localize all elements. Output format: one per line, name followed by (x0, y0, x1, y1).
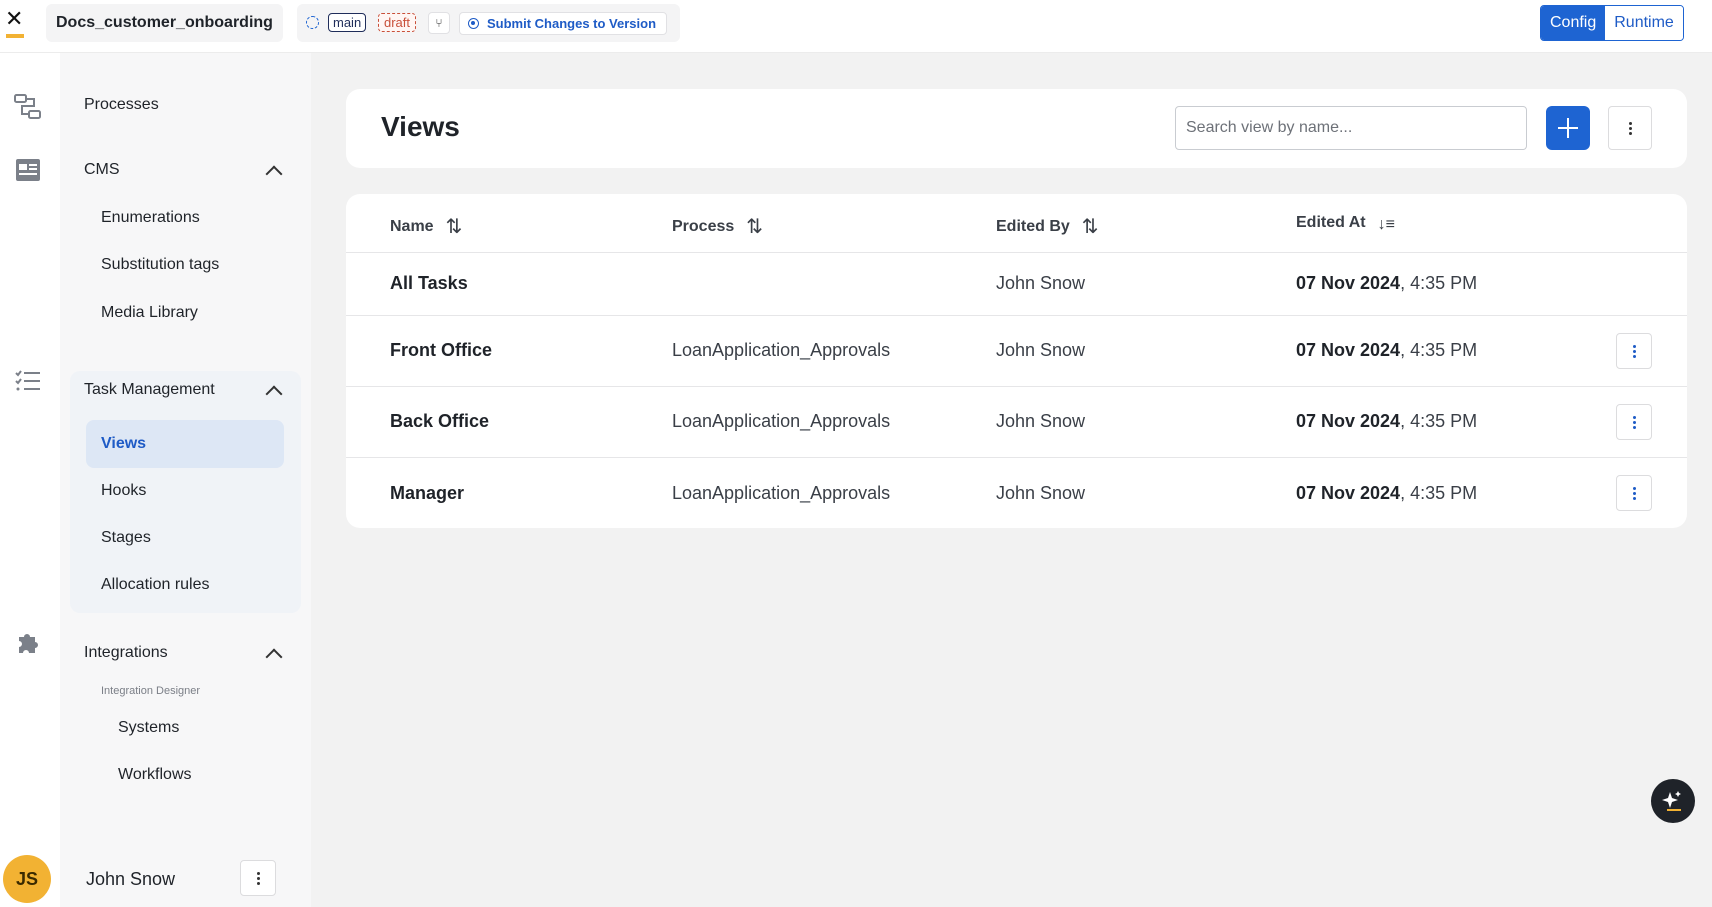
branch-toolbar: main draft ⑂ Submit Changes to Version (297, 4, 680, 42)
row-date: 07 Nov 2024 (1296, 340, 1401, 360)
sort-icon[interactable]: ⇅ (446, 214, 463, 239)
row-time: , 4:35 PM (1400, 483, 1478, 503)
integrations-chevron-up-icon[interactable] (265, 648, 283, 666)
row-date: 07 Nov 2024 (1296, 483, 1401, 503)
column-edited-at[interactable]: Edited At ↓≡ (1296, 214, 1395, 234)
menu-systems[interactable]: Systems (118, 718, 179, 738)
row-edited-by: John Snow (996, 340, 1086, 360)
row-edited-by: John Snow (996, 483, 1086, 503)
column-edited-at-label: Edited At (1296, 214, 1366, 231)
user-menu-button[interactable] (240, 860, 276, 896)
table-header: Name ⇅ Process ⇅ Edited By ⇅ Edited At ↓≡ (346, 194, 1687, 253)
submit-changes-button[interactable]: Submit Changes to Version (459, 12, 668, 35)
header-more-button[interactable] (1608, 106, 1652, 150)
draft-status-badge: draft (378, 13, 417, 32)
row-more-button[interactable] (1616, 475, 1652, 511)
row-edited-by: John Snow (996, 411, 1086, 431)
menu-processes[interactable]: Processes (84, 95, 159, 115)
ai-assistant-button[interactable] (1651, 779, 1695, 823)
row-name: Front Office (390, 340, 492, 360)
user-name: John Snow (86, 869, 176, 889)
integration-designer-label: Integration Designer (101, 685, 201, 697)
sort-desc-icon[interactable]: ↓≡ (1378, 216, 1395, 234)
kebab-icon (1632, 491, 1636, 495)
row-date: 07 Nov 2024 (1296, 273, 1401, 293)
config-mode-button[interactable]: Config (1541, 6, 1606, 40)
row-time: , 4:35 PM (1400, 340, 1478, 360)
table-row[interactable]: Front Office LoanApplication_Approvals J… (346, 316, 1687, 387)
table-row[interactable]: All Tasks John Snow 07 Nov 2024, 4:35 PM (346, 253, 1687, 316)
row-name: Manager (390, 483, 465, 503)
row-edited-at: 07 Nov 2024, 4:35 PM (1296, 411, 1477, 432)
row-time: , 4:35 PM (1400, 273, 1478, 293)
menu-enumerations[interactable]: Enumerations (101, 208, 200, 228)
menu-stages[interactable]: Stages (101, 528, 151, 548)
column-edited-by-label: Edited By (996, 218, 1070, 235)
row-process: LoanApplication_Approvals (672, 483, 891, 503)
menu-substitution-tags[interactable]: Substitution tags (101, 255, 219, 275)
kebab-icon (1632, 420, 1636, 424)
table-row[interactable]: Manager LoanApplication_Approvals John S… (346, 458, 1687, 528)
submit-icon (468, 18, 479, 29)
menu-views[interactable]: Views (101, 434, 146, 454)
sort-icon[interactable]: ⇅ (746, 214, 763, 239)
mode-toggle: Config Runtime (1540, 5, 1684, 41)
top-bar: ✕ Docs_customer_onboarding main draft ⑂ … (0, 0, 1712, 53)
icon-rail (0, 53, 60, 907)
column-name[interactable]: Name ⇅ (390, 214, 462, 239)
side-menu: Processes CMS Enumerations Substitution … (60, 53, 311, 907)
menu-allocation-rules[interactable]: Allocation rules (101, 575, 210, 595)
kebab-icon (256, 876, 260, 880)
sparkle-icon (1662, 791, 1681, 811)
column-name-label: Name (390, 218, 434, 235)
column-process-label: Process (672, 218, 735, 235)
column-process[interactable]: Process ⇅ (672, 214, 763, 239)
menu-integrations[interactable]: Integrations (84, 643, 168, 663)
column-edited-by[interactable]: Edited By ⇅ (996, 214, 1099, 239)
table-row[interactable]: Back Office LoanApplication_Approvals Jo… (346, 387, 1687, 458)
sync-status-icon (306, 16, 319, 29)
row-name: All Tasks (390, 273, 468, 293)
row-edited-at: 07 Nov 2024, 4:35 PM (1296, 483, 1477, 504)
submit-changes-label: Submit Changes to Version (487, 16, 657, 31)
task-list-icon[interactable] (14, 367, 42, 395)
kebab-icon (1632, 349, 1636, 353)
row-process: LoanApplication_Approvals (672, 340, 891, 360)
branch-tag[interactable]: main (328, 13, 367, 32)
kebab-icon (1628, 126, 1632, 130)
menu-cms[interactable]: CMS (84, 160, 120, 180)
menu-media-library[interactable]: Media Library (101, 303, 198, 323)
menu-task-management[interactable]: Task Management (84, 380, 215, 400)
row-edited-at: 07 Nov 2024, 4:35 PM (1296, 273, 1477, 294)
views-table: Name ⇅ Process ⇅ Edited By ⇅ Edited At ↓≡ Al… (346, 194, 1687, 528)
cms-icon[interactable] (14, 156, 42, 184)
search-input[interactable] (1175, 106, 1527, 150)
menu-workflows[interactable]: Workflows (118, 765, 192, 785)
add-view-button[interactable] (1546, 106, 1590, 150)
puzzle-icon[interactable] (14, 628, 42, 656)
logo-accent (6, 34, 24, 38)
row-edited-at: 07 Nov 2024, 4:35 PM (1296, 340, 1477, 361)
branch-icon[interactable]: ⑂ (428, 12, 450, 34)
row-date: 07 Nov 2024 (1296, 411, 1401, 431)
menu-hooks[interactable]: Hooks (101, 481, 146, 501)
page-title: Views (381, 111, 460, 142)
process-flow-icon[interactable] (14, 93, 42, 121)
runtime-mode-button[interactable]: Runtime (1605, 6, 1683, 40)
row-more-button[interactable] (1616, 333, 1652, 369)
row-more-button[interactable] (1616, 404, 1652, 440)
row-name: Back Office (390, 411, 490, 431)
views-header: Views (346, 89, 1687, 168)
flowx-logo[interactable]: ✕ (5, 7, 27, 38)
sort-icon[interactable]: ⇅ (1082, 214, 1099, 239)
project-name[interactable]: Docs_customer_onboarding (46, 4, 283, 42)
cms-chevron-up-icon[interactable] (265, 165, 283, 183)
row-process: LoanApplication_Approvals (672, 411, 891, 431)
user-avatar[interactable]: JS (3, 855, 51, 903)
logo-x-icon: ✕ (5, 7, 24, 32)
row-edited-by: John Snow (996, 273, 1086, 293)
row-time: , 4:35 PM (1400, 411, 1478, 431)
